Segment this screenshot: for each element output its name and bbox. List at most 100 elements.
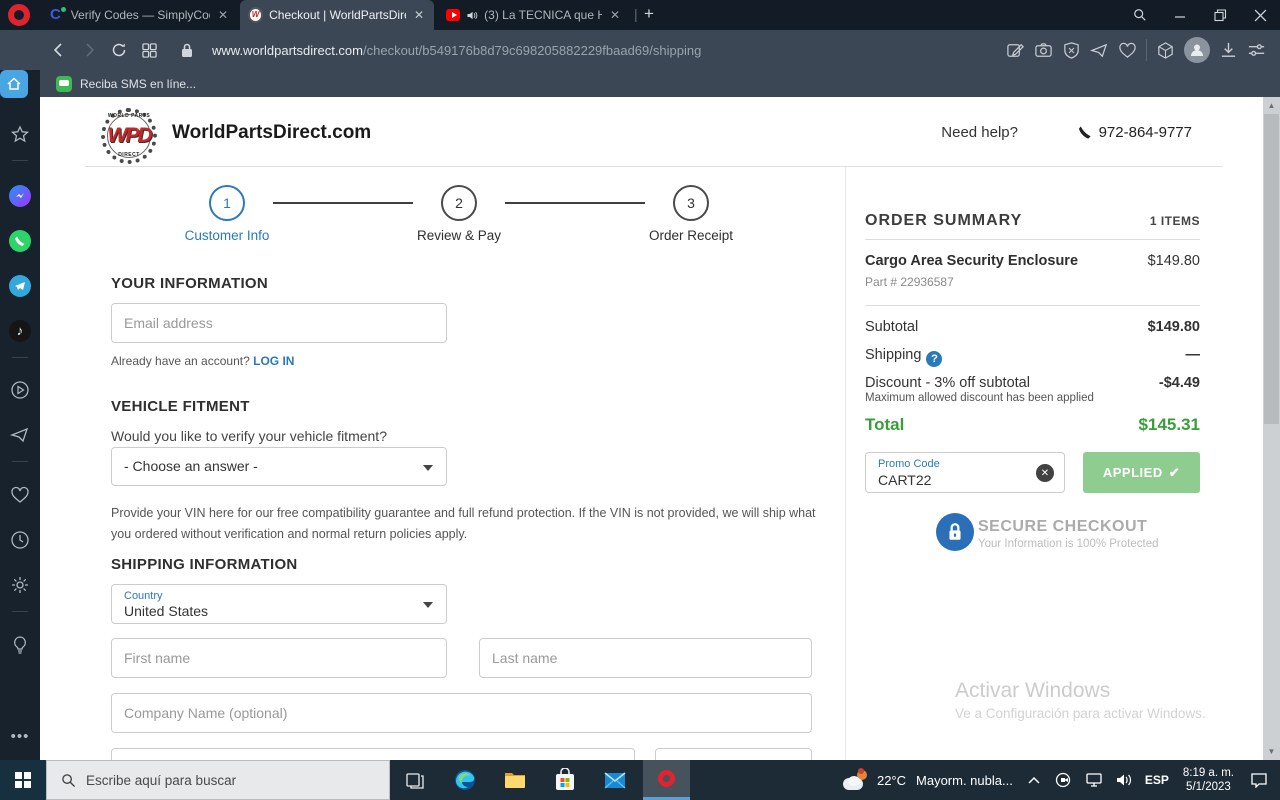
- weather-icon[interactable]: [842, 768, 869, 790]
- adblock-shield-icon[interactable]: [1062, 41, 1081, 60]
- log-in-link[interactable]: LOG IN: [253, 354, 294, 368]
- extensions-cube-icon[interactable]: [1156, 41, 1175, 60]
- site-name[interactable]: WorldPartsDirect.com: [172, 122, 371, 144]
- promo-code-field[interactable]: Promo Code CART22 ✕: [865, 452, 1065, 493]
- tiktok-icon[interactable]: ♪: [0, 320, 40, 342]
- scroll-up-icon[interactable]: ▲: [1263, 97, 1280, 114]
- url-field[interactable]: www.worldpartsdirect.com/checkout/b54917…: [212, 43, 701, 58]
- forward-icon[interactable]: [74, 35, 104, 65]
- sidebar-more-icon[interactable]: •••: [0, 728, 40, 745]
- secure-checkout-subtitle: Your Information is 100% Protected: [978, 538, 1159, 550]
- tab-close-icon[interactable]: ✕: [608, 8, 622, 22]
- email-field[interactable]: [111, 303, 447, 343]
- shipping-help-icon[interactable]: ?: [926, 351, 943, 367]
- snapshot-camera-icon[interactable]: [1034, 41, 1053, 60]
- network-icon[interactable]: [1085, 772, 1103, 788]
- fitment-select-value: - Choose an answer -: [124, 458, 258, 474]
- my-flow-icon[interactable]: [1090, 41, 1109, 60]
- reload-icon[interactable]: [104, 35, 134, 65]
- summary-rule: [865, 239, 1200, 240]
- mail-icon[interactable]: [592, 760, 638, 800]
- player-icon[interactable]: [0, 380, 40, 400]
- file-explorer-icon[interactable]: [492, 760, 538, 800]
- start-page-icon[interactable]: [0, 70, 28, 98]
- page-scrollbar[interactable]: ▲ ▼: [1263, 97, 1280, 760]
- tab-close-icon[interactable]: ✕: [216, 8, 230, 22]
- downloads-icon[interactable]: [1219, 41, 1238, 60]
- tab-close-icon[interactable]: ✕: [412, 8, 426, 22]
- bookmark-edit-icon[interactable]: [1006, 41, 1025, 60]
- secure-lock-icon: [936, 513, 974, 551]
- logo-wpd-text: WPD: [107, 124, 153, 147]
- youtube-favicon: [446, 9, 461, 21]
- browser-search-icon[interactable]: [1120, 0, 1160, 30]
- favorites-heart-icon[interactable]: [1118, 41, 1137, 60]
- flow-icon[interactable]: [0, 425, 40, 445]
- microsoft-store-icon[interactable]: [542, 760, 588, 800]
- new-tab-button[interactable]: +: [644, 4, 654, 24]
- discount-note: Maximum allowed discount has been applie…: [865, 392, 1094, 404]
- screen: { "colors": { "accent_blue": "#2a7ab9", …: [0, 0, 1280, 800]
- opera-taskbar-button[interactable]: [643, 760, 690, 800]
- messenger-icon[interactable]: [0, 185, 40, 207]
- phone-icon: [1078, 126, 1091, 139]
- tips-lightbulb-icon[interactable]: [0, 635, 40, 655]
- tab-checkout-active[interactable]: W Checkout | WorldPartsDirec ✕: [240, 0, 434, 30]
- scroll-down-icon[interactable]: ▼: [1263, 743, 1280, 760]
- shipping-value: —: [1185, 347, 1201, 363]
- address-bar-actions: [1006, 30, 1266, 70]
- discount-value: -$4.49: [1158, 375, 1200, 391]
- applied-button[interactable]: APPLIED ✔: [1083, 452, 1200, 493]
- settings-gear-icon[interactable]: [0, 575, 40, 595]
- minimize-icon[interactable]: [1160, 0, 1200, 30]
- your-information-heading: YOUR INFORMATION: [111, 275, 269, 292]
- windows-taskbar: 22°C Mayorm. nubla... ESP 8:19 a. m. 5/1…: [0, 760, 1280, 800]
- telegram-icon[interactable]: [0, 275, 40, 297]
- hidden-icons-chevron[interactable]: [1027, 775, 1041, 785]
- task-view-icon[interactable]: [392, 760, 438, 800]
- wpd-logo[interactable]: WORLD PARTS WPD DIRECT: [95, 107, 163, 165]
- url-domain: www.worldpartsdirect.com: [212, 42, 363, 58]
- edge-icon[interactable]: [442, 760, 488, 800]
- item-part-number: Part # 22936587: [865, 275, 954, 289]
- speed-dial-icon[interactable]: [134, 35, 164, 65]
- windows-logo-icon: [15, 772, 31, 788]
- action-center-icon[interactable]: [1250, 772, 1268, 788]
- restore-icon[interactable]: [1200, 0, 1240, 30]
- profile-avatar[interactable]: [1184, 37, 1210, 63]
- start-button[interactable]: [0, 760, 46, 800]
- first-name-field[interactable]: [111, 638, 447, 678]
- tab-simplycodes[interactable]: C Verify Codes — SimplyCode ✕: [42, 0, 238, 30]
- weather-desc[interactable]: Mayorm. nubla...: [916, 773, 1013, 788]
- likes-heart-icon[interactable]: [0, 485, 40, 505]
- close-window-icon[interactable]: [1240, 0, 1280, 30]
- order-summary-heading: ORDER SUMMARY: [865, 212, 1023, 229]
- extension-notification-strip[interactable]: Reciba SMS en líne...: [40, 70, 1280, 97]
- taskbar-search-input[interactable]: [86, 772, 336, 788]
- last-name-field[interactable]: [479, 638, 812, 678]
- fitment-select[interactable]: - Choose an answer -: [111, 447, 447, 486]
- opera-menu-icon[interactable]: [8, 4, 30, 26]
- easy-setup-sliders-icon[interactable]: [1247, 41, 1266, 60]
- volume-icon[interactable]: [1115, 772, 1133, 788]
- phone-number[interactable]: 972-864-9777: [1078, 124, 1192, 141]
- tab-youtube[interactable]: (3) La TECNICA que Hiz ✕: [438, 0, 630, 30]
- tab-audio-icon: [467, 11, 478, 19]
- whatsapp-icon[interactable]: [0, 230, 40, 252]
- check-icon: ✔: [1168, 464, 1181, 480]
- activate-windows-subtext: Ve a Configuración para activar Windows.: [955, 706, 1206, 721]
- scrollbar-thumb[interactable]: [1264, 114, 1279, 424]
- taskbar-search[interactable]: [46, 760, 390, 800]
- activate-windows-watermark: Activar Windows: [955, 679, 1111, 702]
- language-indicator[interactable]: ESP: [1145, 773, 1169, 787]
- country-select[interactable]: Country United States: [111, 584, 447, 624]
- bookmarks-star-icon[interactable]: [0, 125, 40, 145]
- meet-now-icon[interactable]: [1055, 772, 1073, 788]
- site-security-lock-icon[interactable]: [172, 35, 202, 65]
- promo-clear-icon[interactable]: ✕: [1036, 464, 1054, 482]
- history-clock-icon[interactable]: [0, 530, 40, 550]
- weather-temp[interactable]: 22°C: [877, 773, 906, 788]
- company-name-field[interactable]: [111, 693, 812, 733]
- clock[interactable]: 8:19 a. m. 5/1/2023: [1183, 766, 1234, 794]
- back-icon[interactable]: [44, 35, 74, 65]
